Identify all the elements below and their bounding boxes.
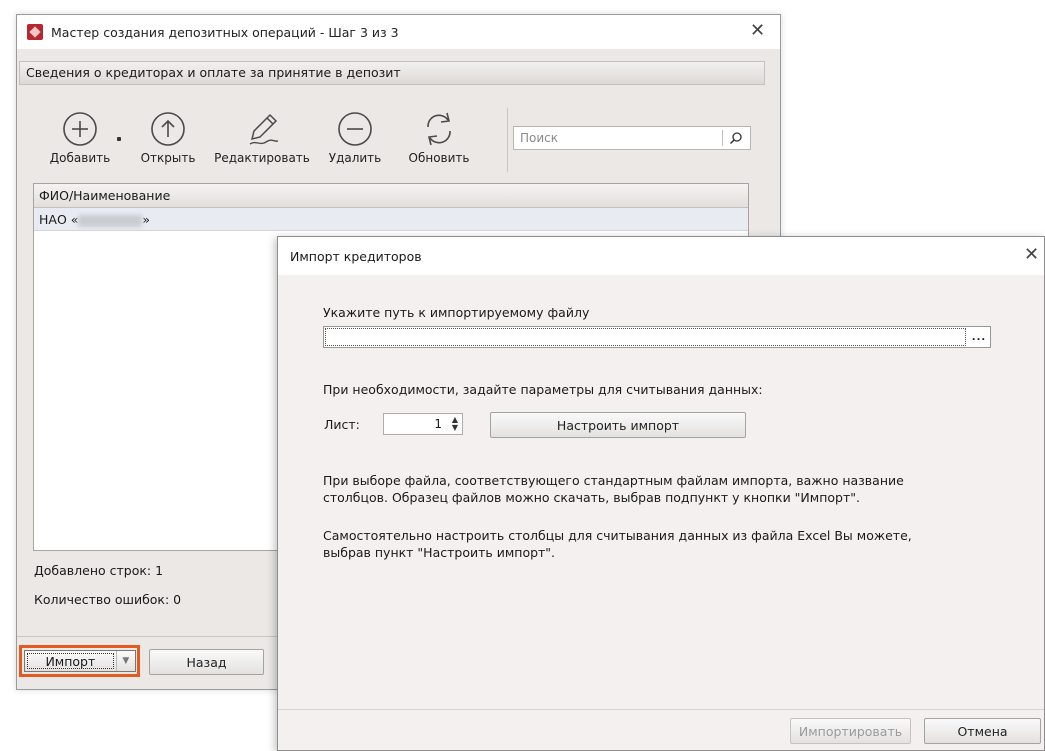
info-text-1a: При выборе файла, соответствующего станд… <box>323 473 904 488</box>
add-label: Добавить <box>49 151 111 165</box>
refresh-button[interactable]: Обновить <box>400 111 478 165</box>
refresh-label: Обновить <box>408 151 470 165</box>
params-label: При необходимости, задайте параметры для… <box>323 382 763 397</box>
search-placeholder: Поиск <box>520 131 559 145</box>
row-prefix: НАО « <box>39 212 79 227</box>
toolbar-separator <box>507 108 508 172</box>
app-logo-icon <box>27 24 43 40</box>
row-suffix: » <box>142 212 151 227</box>
add-dropdown-icon[interactable] <box>117 137 121 141</box>
info-text-2b: выбрав пункт "Настроить импорт". <box>323 545 556 560</box>
wizard-titlebar: Мастер создания депозитных операций - Ша… <box>17 15 780 49</box>
open-label: Открыть <box>140 151 196 165</box>
refresh-icon <box>427 112 451 146</box>
dialog-footer-divider <box>278 709 1044 710</box>
edit-button[interactable]: Редактировать <box>205 111 319 165</box>
delete-button[interactable]: Удалить <box>322 111 388 165</box>
configure-import-button[interactable]: Настроить импорт <box>490 412 746 438</box>
import-dialog-close-icon[interactable]: ✕ <box>1024 246 1039 264</box>
search-divider <box>722 130 723 146</box>
add-button[interactable]: Добавить <box>42 111 118 165</box>
file-path-label: Укажите путь к импортируемому файлу <box>323 305 590 320</box>
file-path-value <box>325 328 966 346</box>
search-icon[interactable] <box>729 131 743 145</box>
redacted-name <box>78 214 143 227</box>
rows-added-text: Добавлено строк: 1 <box>34 563 164 578</box>
pencil-icon <box>249 113 279 145</box>
edit-label: Редактировать <box>214 151 310 165</box>
section-header: Сведения о кредиторах и оплате за принят… <box>19 61 765 85</box>
import-button-label[interactable]: Импорт <box>27 653 114 669</box>
errors-count-text: Количество ошибок: 0 <box>34 592 182 607</box>
open-button[interactable]: Открыть <box>133 111 203 165</box>
arrow-up-circle-icon <box>151 112 185 146</box>
info-text-1b: столбцов. Образец файлов можно скачать, … <box>323 490 860 505</box>
import-split-button[interactable]: Импорт ▼ <box>24 650 136 672</box>
wizard-title: Мастер создания депозитных операций - Ша… <box>51 24 399 40</box>
sheet-spinner[interactable]: 1 ▲ ▼ <box>383 413 463 435</box>
delete-label: Удалить <box>328 151 382 165</box>
sheet-value: 1 <box>434 417 442 431</box>
table-row[interactable]: НАО « » <box>34 208 748 231</box>
import-submit-button[interactable]: Импортировать <box>790 718 911 744</box>
spinner-arrows-icon[interactable]: ▲ ▼ <box>452 416 458 432</box>
back-button[interactable]: Назад <box>149 649 264 675</box>
plus-circle-icon <box>63 112 97 146</box>
import-dialog: Импорт кредиторов ✕ Укажите путь к импор… <box>277 236 1045 751</box>
import-dialog-titlebar: Импорт кредиторов <box>278 237 1044 275</box>
file-path-input[interactable]: ... <box>323 326 991 348</box>
info-text-2a: Самостоятельно настроить столбцы для счи… <box>323 528 912 543</box>
import-dropdown-arrow-icon[interactable]: ▼ <box>115 651 135 671</box>
column-header-name[interactable]: ФИО/Наименование <box>34 184 748 208</box>
search-input[interactable]: Поиск <box>513 126 751 150</box>
browse-button[interactable]: ... <box>968 327 990 347</box>
cancel-button[interactable]: Отмена <box>924 718 1041 744</box>
wizard-close-icon[interactable]: ✕ <box>750 22 765 40</box>
import-dialog-title: Импорт кредиторов <box>290 248 422 264</box>
sheet-label: Лист: <box>324 417 360 432</box>
minus-circle-icon <box>338 112 372 146</box>
